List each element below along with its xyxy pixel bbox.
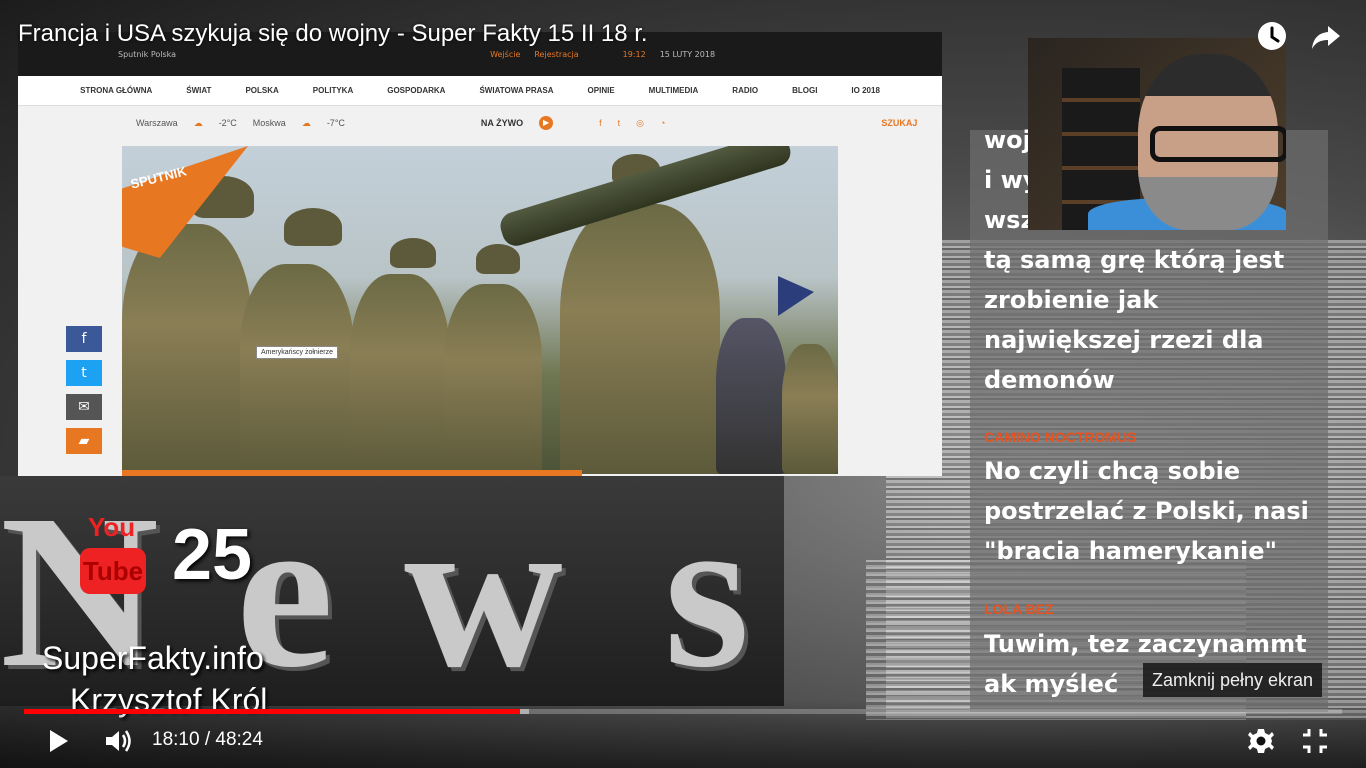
site-date: 15 LUTY 2018 xyxy=(659,49,716,59)
site-time: 19:12 xyxy=(622,49,646,59)
photo-caption-tooltip: Amerykańscy żołnierze xyxy=(256,346,338,359)
news-letter-w: w xyxy=(404,469,563,713)
site-search-label: SZUKAJ xyxy=(881,118,918,128)
watch-later-icon[interactable] xyxy=(1256,20,1288,52)
helmet xyxy=(284,208,342,246)
presenter-glasses xyxy=(1150,126,1286,162)
soldier-figure xyxy=(350,274,450,474)
weather-city: Warszawa xyxy=(136,118,178,128)
settings-gear-icon[interactable] xyxy=(1243,723,1279,759)
instagram-small-icon: ◎ xyxy=(636,117,644,128)
share-icon[interactable] xyxy=(1310,20,1342,52)
time-display: 18:10 / 48:24 xyxy=(152,729,263,750)
facebook-small-icon: f xyxy=(599,118,602,128)
chat-line: Tuwim, tez zaczynammt xyxy=(984,630,1307,658)
progress-bar[interactable] xyxy=(24,709,1342,714)
volume-button[interactable] xyxy=(100,723,136,759)
youtube-logo-you: You xyxy=(88,512,136,542)
site-nav-item: STRONA GŁÓWNA xyxy=(80,86,153,95)
exit-fullscreen-button[interactable] xyxy=(1297,723,1333,759)
email-icon: ✉ xyxy=(66,394,102,420)
exit-fullscreen-tooltip: Zamknij pełny ekran xyxy=(1143,663,1323,697)
soldier-figure xyxy=(716,318,786,474)
soldier-figure xyxy=(560,204,720,474)
site-nav-item: ŚWIAT xyxy=(186,86,212,95)
site-nav-item: IO 2018 xyxy=(851,86,880,95)
site-nav-item: OPINIE xyxy=(587,86,615,95)
weather-temp: -2°C xyxy=(218,118,237,128)
site-login-link: Wejście xyxy=(490,49,521,59)
site-nav-item: BLOGI xyxy=(792,86,818,95)
youtube-number: 25 xyxy=(172,515,253,595)
site-nav-item: ŚWIATOWA PRASA xyxy=(479,86,554,95)
cloud-sun-icon: ☁ xyxy=(301,117,311,128)
site-name-caption: SuperFakty.info xyxy=(42,640,264,676)
chat-line: demonów xyxy=(984,366,1115,394)
progress-played xyxy=(24,709,520,714)
webcam-overlay xyxy=(1028,38,1286,230)
comment-icon: ▰ xyxy=(66,428,102,454)
site-nav: STRONA GŁÓWNA ŚWIAT POLSKA POLITYKA GOSP… xyxy=(18,76,942,106)
site-nav-item: POLSKA xyxy=(245,86,279,95)
chat-line: zrobienie jak xyxy=(984,286,1159,314)
site-nav-item: MULTIMEDIA xyxy=(648,86,699,95)
facebook-icon: f xyxy=(66,326,102,352)
site-register-link: Rejestracja xyxy=(534,49,579,59)
flag xyxy=(778,276,814,316)
site-brand: Sputnik Polska xyxy=(118,49,177,59)
rss-icon: ◔ xyxy=(659,118,666,128)
chat-line: największej rzezi dla xyxy=(984,326,1264,354)
helmet xyxy=(390,238,436,268)
soldier-figure xyxy=(240,264,354,474)
chat-author: CAMINO NOCTROMUS xyxy=(984,429,1137,445)
site-live-label: NA ŻYWO xyxy=(480,118,524,128)
soldier-figure xyxy=(782,344,838,474)
video-player[interactable]: Sputnik Polska Wejście Rejestracja 19:12… xyxy=(0,0,1366,768)
video-title: Francja i USA szykuja się do wojny - Sup… xyxy=(18,20,648,47)
youtube-logo-tube: Tube xyxy=(80,548,146,594)
embedded-website-screenshot: Sputnik Polska Wejście Rejestracja 19:12… xyxy=(18,32,942,476)
chat-line: tą samą grę którą jest xyxy=(984,246,1285,274)
soldier-figure xyxy=(444,284,542,474)
cloud-sun-icon: ☁ xyxy=(193,117,203,128)
site-weather-bar: Warszawa ☁ -2°C Moskwa ☁ -7°C NA ŻYWO ▶ … xyxy=(18,106,942,140)
news-letter-s: s xyxy=(664,469,750,713)
play-circle-icon: ▶ xyxy=(539,116,554,130)
chat-message: No czyli chcą sobie postrzelać z Polski,… xyxy=(984,451,1314,571)
site-nav-item: POLITYKA xyxy=(312,86,354,95)
weather-city: Moskwa xyxy=(252,118,286,128)
site-nav-item: GOSPODARKA xyxy=(387,86,446,95)
soldier-figure xyxy=(122,224,252,474)
article-photo-soldiers: SPUTNIK Amerykańscy żołnierze xyxy=(122,146,838,474)
twitter-small-icon: t xyxy=(617,118,621,128)
site-nav-item: RADIO xyxy=(732,86,759,95)
chat-line: No czyli chcą sobie xyxy=(984,457,1241,485)
chat-line: "bracia hamerykanie" xyxy=(984,537,1278,565)
weather-temp: -7°C xyxy=(326,118,345,128)
play-button[interactable] xyxy=(40,723,76,759)
chat-author: LOLA BEZ xyxy=(984,601,1054,617)
helmet xyxy=(476,244,520,274)
twitter-icon: t xyxy=(66,360,102,386)
chat-line: postrzelać z Polski, nasi xyxy=(984,497,1309,525)
